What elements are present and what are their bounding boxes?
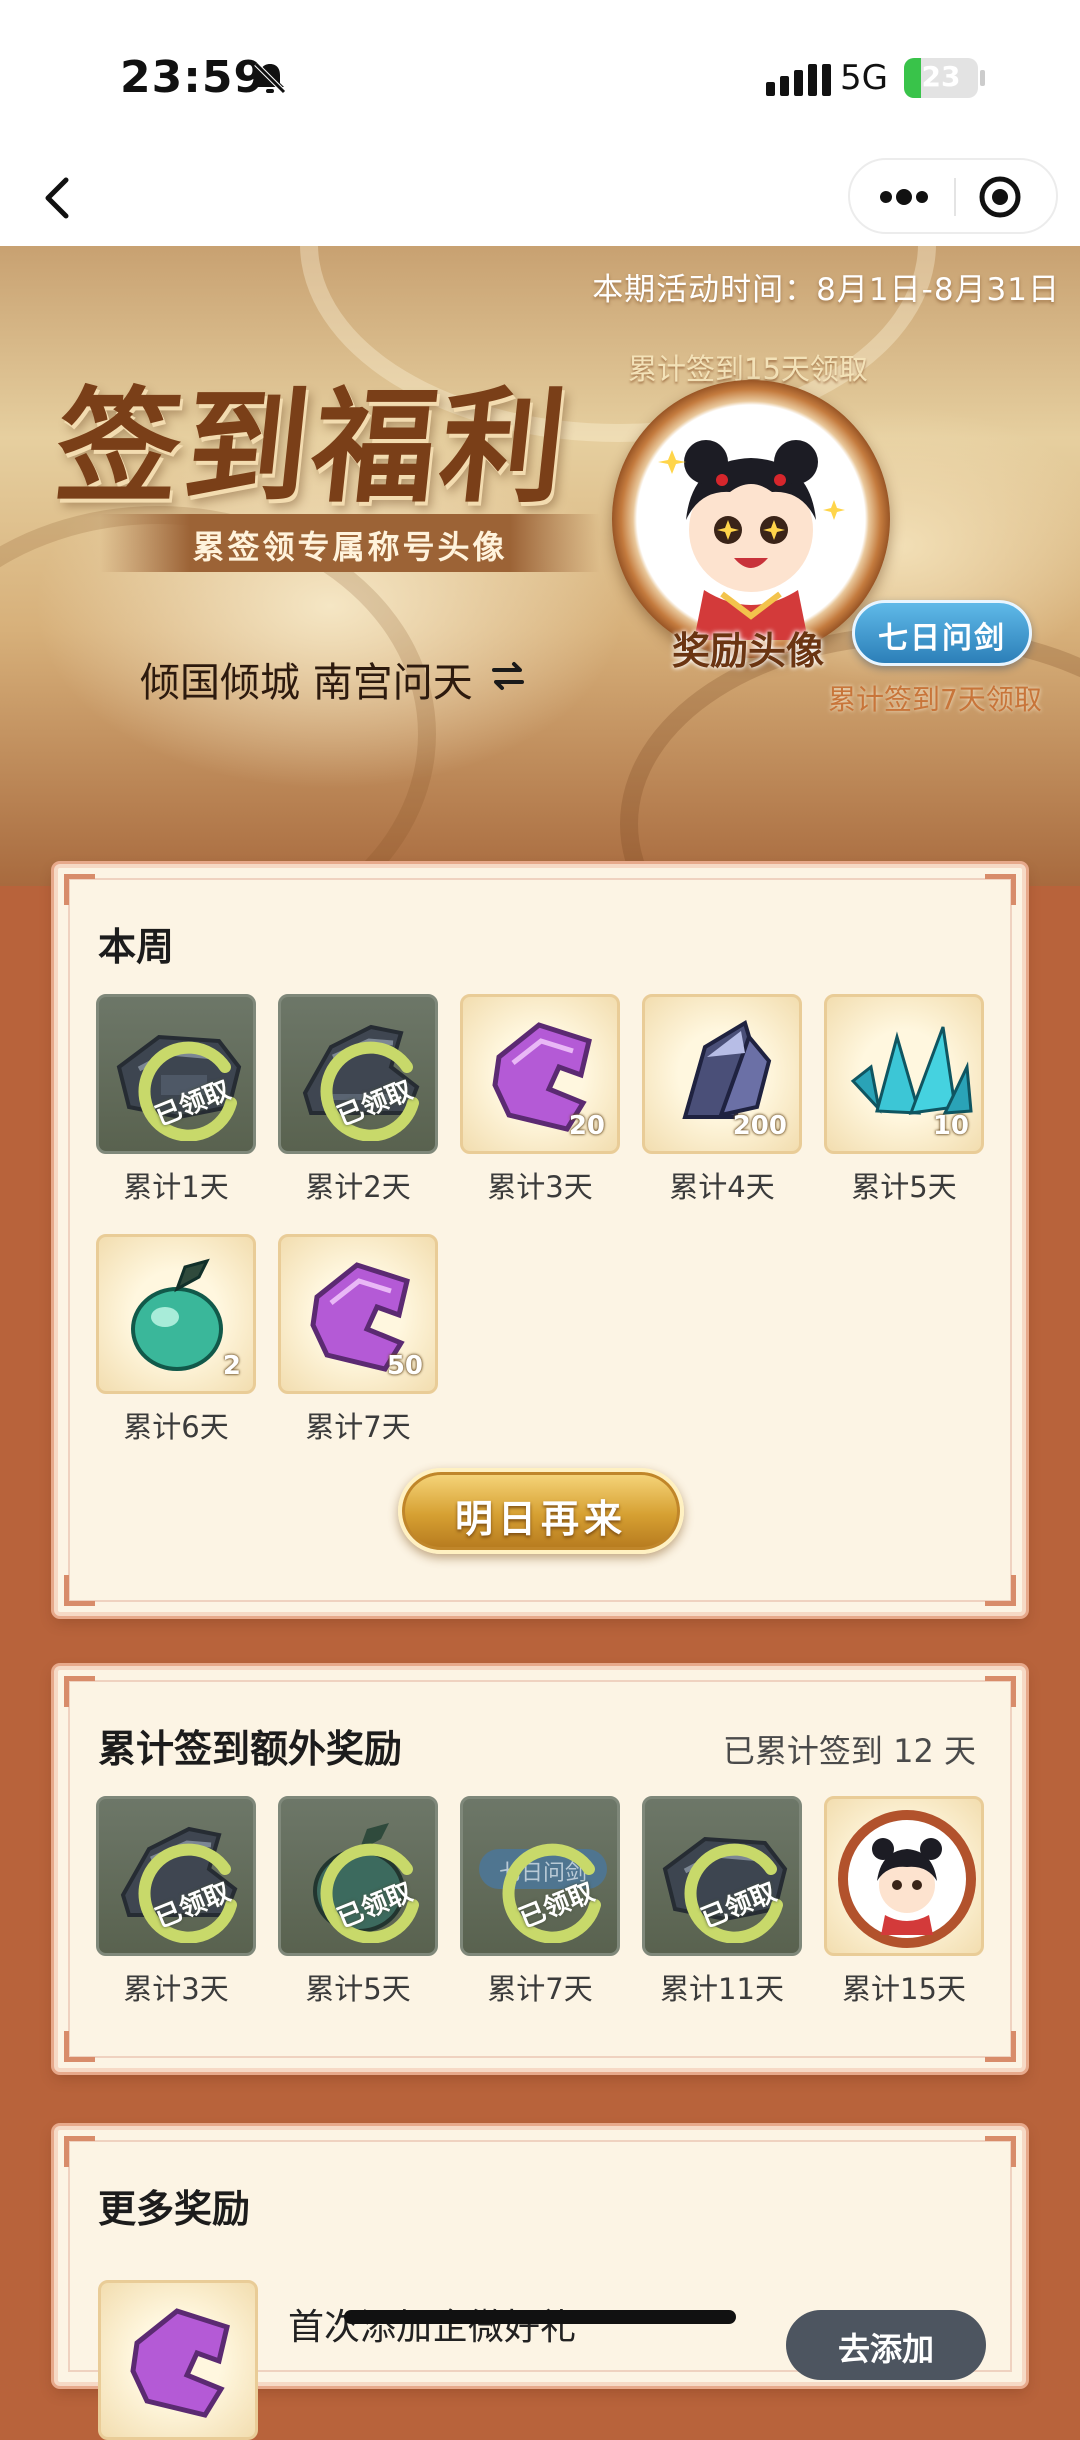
item-label: 累计4天: [669, 1170, 775, 1204]
card-corner: [985, 1676, 1016, 1707]
cumulative-item-day11[interactable]: 已领取 累计11天: [642, 1796, 802, 2008]
battery-icon: 23: [904, 58, 978, 98]
status-bar: 23:59 5G 23: [0, 0, 1080, 160]
cumulative-card: 累计签到额外奖励 已累计签到 12 天 已领取 累计3天 已领取 累计5天 七日…: [54, 1666, 1026, 2072]
item-label: 累计15天: [842, 1972, 966, 2006]
avatar-label: 奖励头像: [672, 628, 825, 673]
signin-banner: 本期活动时间：8月1日-8月31日 签到福利 累签领专属称号头像 倾国倾城 南宫…: [0, 246, 1080, 886]
signal-icon: [766, 64, 831, 96]
bell-muted-icon: [254, 62, 286, 94]
item-label: 累计5天: [851, 1170, 957, 1204]
reward-slot: [98, 2280, 258, 2440]
reward-slot: 20: [460, 994, 620, 1154]
item-label: 累计7天: [487, 1972, 593, 2006]
network-type: 5G: [840, 58, 888, 98]
weekly-item-day1[interactable]: 已领取 累计1天: [96, 994, 256, 1206]
player-name[interactable]: 倾国倾城 南宫问天: [140, 650, 473, 708]
weekly-item-day4[interactable]: 200 累计4天: [642, 994, 802, 1206]
item-quantity: 2: [222, 1351, 241, 1381]
add-contact-button[interactable]: 去添加: [786, 2310, 986, 2380]
banner-title: 签到福利: [49, 375, 577, 520]
cumulative-item-day15[interactable]: 累计15天: [824, 1796, 984, 2008]
card-corner: [64, 1575, 95, 1606]
weekly-item-day3[interactable]: 20 累计3天: [460, 994, 620, 1206]
come-back-tomorrow-button[interactable]: 明日再来: [398, 1468, 684, 1554]
chevron-left-icon[interactable]: [30, 166, 86, 230]
card-corner: [985, 874, 1016, 905]
cumulative-title: 累计签到额外奖励: [98, 1727, 403, 1771]
swap-arrows-icon[interactable]: [490, 658, 526, 694]
home-indicator[interactable]: [344, 2310, 736, 2324]
card-corner: [64, 2031, 95, 2062]
reward-slot: 已领取: [642, 1796, 802, 1956]
reward-avatar[interactable]: [612, 380, 890, 658]
mini-program-capsule: [848, 158, 1058, 234]
item-label: 累计2天: [305, 1170, 411, 1204]
card-corner: [64, 1676, 95, 1707]
reward-title-badge[interactable]: 七日问剑: [852, 600, 1032, 666]
item-label: 累计3天: [487, 1170, 593, 1204]
more-rewards-card: 更多奖励 首次添加企微好礼 去添加: [54, 2126, 1026, 2440]
weekly-title: 本周: [98, 925, 175, 969]
reward-slot: 50: [278, 1234, 438, 1394]
item-label: 累计1天: [123, 1170, 229, 1204]
weekly-item-day6[interactable]: 2 累计6天: [96, 1234, 256, 1446]
card-corner: [985, 1575, 1016, 1606]
purple-jade-icon: [130, 2308, 230, 2418]
avatar-frame-icon: [838, 1810, 976, 1948]
chibi-character-icon: [658, 440, 845, 640]
item-label: 累计11天: [660, 1972, 784, 2006]
reward-slot: 200: [642, 994, 802, 1154]
item-quantity: 50: [386, 1351, 423, 1381]
item-label: 累计3天: [123, 1972, 229, 2006]
target-close-icon[interactable]: [974, 174, 1026, 220]
card-corner: [64, 874, 95, 905]
reward-slot: 七日问剑 已领取: [460, 1796, 620, 1956]
item-label: 累计6天: [123, 1410, 229, 1444]
reward-slot: 2: [96, 1234, 256, 1394]
button-label: 明日再来: [454, 1496, 627, 1541]
event-period: 本期活动时间：8月1日-8月31日: [592, 272, 1060, 308]
battery-percent: 23: [921, 60, 961, 93]
reward-slot: 已领取: [96, 994, 256, 1154]
reward-slot: 已领取: [278, 994, 438, 1154]
signin-count: 已累计签到 12 天: [722, 1732, 976, 1770]
card-corner: [985, 2136, 1016, 2167]
battery-tip: [980, 70, 985, 86]
item-quantity: 20: [568, 1111, 605, 1141]
cumulative-item-day5[interactable]: 已领取 累计5天: [278, 1796, 438, 2008]
reward-slot: 10: [824, 994, 984, 1154]
item-quantity: 200: [732, 1111, 787, 1141]
title-requirement: 累计签到7天领取: [828, 683, 1042, 716]
reward-slot: [824, 1796, 984, 1956]
item-label: 累计7天: [305, 1410, 411, 1444]
ellipsis-icon[interactable]: [868, 174, 940, 220]
reward-slot: 已领取: [96, 1796, 256, 1956]
reward-slot: 已领取: [278, 1796, 438, 1956]
card-corner: [64, 2136, 95, 2167]
more-rewards-title: 更多奖励: [98, 2187, 251, 2231]
title-badge-text: 七日问剑: [878, 621, 1006, 656]
button-label: 去添加: [837, 2330, 934, 2368]
card-corner: [985, 2031, 1016, 2062]
item-label: 累计5天: [305, 1972, 411, 2006]
item-quantity: 10: [932, 1111, 969, 1141]
capsule-divider: [954, 178, 956, 216]
cumulative-item-day7[interactable]: 七日问剑 已领取 累计7天: [460, 1796, 620, 2008]
weekly-card: 本周 已领取 累计1天 已领取 累计2天 20 累计3天 200 累计4天 10…: [54, 864, 1026, 1616]
banner-subtitle: 累签领专属称号头像: [192, 528, 508, 566]
more-reward-text: 首次添加企微好礼: [288, 2307, 577, 2348]
weekly-item-day7[interactable]: 50 累计7天: [278, 1234, 438, 1446]
status-time: 23:59: [120, 52, 266, 103]
weekly-item-day5[interactable]: 10 累计5天: [824, 994, 984, 1206]
cumulative-item-day3[interactable]: 已领取 累计3天: [96, 1796, 256, 2008]
weekly-item-day2[interactable]: 已领取 累计2天: [278, 994, 438, 1206]
nav-bar: [0, 150, 1080, 246]
